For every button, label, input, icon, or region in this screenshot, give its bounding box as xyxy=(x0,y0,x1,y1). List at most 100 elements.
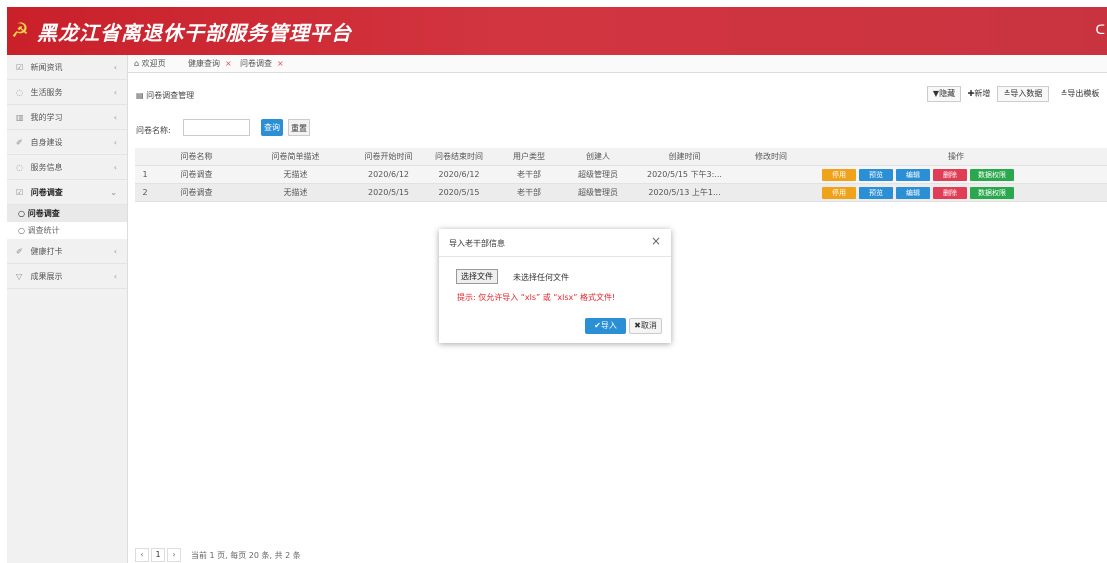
page-1-button[interactable]: 1 xyxy=(151,548,165,562)
table-row[interactable]: 2 问卷调查 无描述 2020/5/15 2020/5/15 老干部 超级管理员… xyxy=(135,184,1107,202)
sidebar-item-label: 自身建设 xyxy=(30,138,63,147)
disable-button[interactable]: 停用 xyxy=(822,169,856,181)
chevron-left-icon: ‹ xyxy=(113,88,117,97)
table-row[interactable]: 1 问卷调查 无描述 2020/6/12 2020/6/12 老干部 超级管理员… xyxy=(135,166,1107,184)
import-button[interactable]: ✔导入 xyxy=(585,318,626,334)
sidebar-item-survey[interactable]: ☑ 问卷调查 ⌄ xyxy=(7,180,127,205)
file-status: 未选择任何文件 xyxy=(513,273,569,282)
import-hint: 提示: 仅允许导入 “xls” 或 “xlsx” 格式文件! xyxy=(457,293,616,302)
edit-icon: ☑ xyxy=(16,63,24,72)
sidebar-item-label: 问卷调查 xyxy=(30,188,63,197)
data-permission-button[interactable]: 数据权限 xyxy=(970,169,1014,181)
tab-survey[interactable]: 问卷调查 × xyxy=(240,55,284,73)
reset-button[interactable]: 重置 xyxy=(288,119,310,136)
start-time: 2020/5/15 xyxy=(367,188,410,197)
delete-button[interactable]: 删除 xyxy=(933,187,967,199)
sidebar-item-label: 服务信息 xyxy=(30,163,63,172)
tab-welcome[interactable]: ⌂ 欢迎页 xyxy=(134,55,166,73)
choose-file-button[interactable]: 选择文件 xyxy=(456,269,498,284)
row-number: 2 xyxy=(142,188,148,197)
filter-icon: ▽ xyxy=(16,272,23,281)
column-header[interactable]: 用户类型 xyxy=(494,148,564,166)
circle-icon: ◌ xyxy=(16,88,23,97)
sidebar-item-service-info[interactable]: ◌ 服务信息 ‹ xyxy=(7,155,127,180)
data-permission-button[interactable]: 数据权限 xyxy=(970,187,1014,199)
survey-name: 问卷调查 xyxy=(180,188,213,197)
creator: 超级管理员 xyxy=(578,188,618,197)
tab-health-query[interactable]: 健康查询 × xyxy=(188,55,232,73)
import-data-button[interactable]: ≛导入数据 xyxy=(997,86,1049,102)
user-type: 老干部 xyxy=(517,170,541,179)
table-header-row: 问卷名称 问卷简单描述 问卷开始时间 问卷结束时间 用户类型 创建人 创建时间 … xyxy=(135,148,1107,166)
sidebar-item-life-service[interactable]: ◌ 生活服务 ‹ xyxy=(7,80,127,105)
party-emblem-icon: ☭ xyxy=(11,18,29,42)
end-time: 2020/6/12 xyxy=(438,170,480,179)
close-icon[interactable]: × xyxy=(225,59,232,68)
close-icon[interactable]: × xyxy=(651,234,661,248)
creator: 超级管理员 xyxy=(578,170,618,179)
pen-icon: ✐ xyxy=(16,247,23,256)
column-header[interactable]: 修改时间 xyxy=(737,148,805,166)
tab-label: 问卷调查 xyxy=(240,59,272,68)
column-header xyxy=(135,148,155,166)
chevron-left-icon: ‹ xyxy=(113,163,117,172)
column-header[interactable]: 问卷简单描述 xyxy=(238,148,353,166)
power-icon[interactable]: ᑕ xyxy=(1096,23,1106,38)
dialog-divider xyxy=(439,256,671,257)
close-icon[interactable]: × xyxy=(277,59,284,68)
chevron-left-icon: ‹ xyxy=(113,247,117,256)
start-time: 2020/6/12 xyxy=(367,170,410,179)
survey-name: 问卷调查 xyxy=(180,170,213,179)
sidebar-subitem-statistics[interactable]: ○ 调查统计 xyxy=(7,222,127,239)
chevron-down-icon: ⌄ xyxy=(110,188,117,197)
user-type: 老干部 xyxy=(517,188,541,197)
survey-name-input[interactable] xyxy=(183,119,250,136)
tab-label: 欢迎页 xyxy=(141,59,166,68)
delete-button[interactable]: 删除 xyxy=(933,169,967,181)
sidebar-item-health-checkin[interactable]: ✐ 健康打卡 ‹ xyxy=(7,239,127,264)
export-template-button[interactable]: ≛导出模板 xyxy=(1053,86,1107,102)
sidebar-item-label: 新闻资讯 xyxy=(30,63,63,72)
sidebar-item-news[interactable]: ☑ 新闻资讯 ‹ xyxy=(7,55,127,80)
preview-button[interactable]: 预览 xyxy=(859,187,893,199)
sidebar-subitem-survey[interactable]: ○ 问卷调查 xyxy=(7,205,127,222)
column-header[interactable]: 创建人 xyxy=(564,148,632,166)
column-header[interactable]: 问卷名称 xyxy=(155,148,238,166)
next-page-button[interactable]: › xyxy=(167,548,181,562)
created-time: 2020/5/15 下午3:... xyxy=(647,170,722,179)
chevron-left-icon: ‹ xyxy=(113,272,117,281)
column-header[interactable]: 问卷开始时间 xyxy=(353,148,424,166)
end-time: 2020/5/15 xyxy=(438,188,480,197)
column-header[interactable]: 问卷结束时间 xyxy=(424,148,494,166)
disable-button[interactable]: 停用 xyxy=(822,187,856,199)
chevron-left-icon: ‹ xyxy=(113,63,117,72)
survey-description: 无描述 xyxy=(283,170,308,179)
pagination-summary: 当前 1 页, 每页 20 条, 共 2 条 xyxy=(191,551,301,560)
preview-button[interactable]: 预览 xyxy=(859,169,893,181)
edit-button[interactable]: 编辑 xyxy=(896,187,930,199)
prev-page-button[interactable]: ‹ xyxy=(135,548,149,562)
app-header: ☭ 黑龙江省离退休干部服务管理平台 ᑕ xyxy=(7,7,1107,55)
modified-time xyxy=(737,184,805,202)
hide-button[interactable]: ▼隐藏 xyxy=(927,86,961,102)
chevron-left-icon: ‹ xyxy=(113,113,117,122)
sidebar-item-label: 我的学习 xyxy=(30,113,63,122)
query-button[interactable]: 查询 xyxy=(261,119,283,136)
sidebar-item-achievements[interactable]: ▽ 成果展示 ‹ xyxy=(7,264,127,289)
book-icon: ▥ xyxy=(16,113,24,122)
column-header[interactable]: 创建时间 xyxy=(632,148,737,166)
cancel-button[interactable]: ✖取消 xyxy=(629,318,662,334)
app-title: 黑龙江省离退休干部服务管理平台 xyxy=(37,21,352,45)
import-dialog: 导入老干部信息 × 选择文件 未选择任何文件 提示: 仅允许导入 “xls” 或… xyxy=(439,229,671,343)
sidebar-item-label: 成果展示 xyxy=(30,272,63,281)
tab-bar: ⌂ 欢迎页 健康查询 × 问卷调查 × xyxy=(128,55,1107,73)
survey-description: 无描述 xyxy=(283,188,308,197)
search-label: 问卷名称: xyxy=(136,126,171,135)
sidebar-item-self-building[interactable]: ✐ 自身建设 ‹ xyxy=(7,130,127,155)
tab-label: 健康查询 xyxy=(188,59,220,68)
sidebar-item-label: 健康打卡 xyxy=(30,247,63,256)
sidebar-item-my-study[interactable]: ▥ 我的学习 ‹ xyxy=(7,105,127,130)
edit-button[interactable]: 编辑 xyxy=(896,169,930,181)
panel-title: ▤ 问卷调查管理 xyxy=(136,91,195,100)
add-button[interactable]: ✚新增 xyxy=(963,86,995,102)
